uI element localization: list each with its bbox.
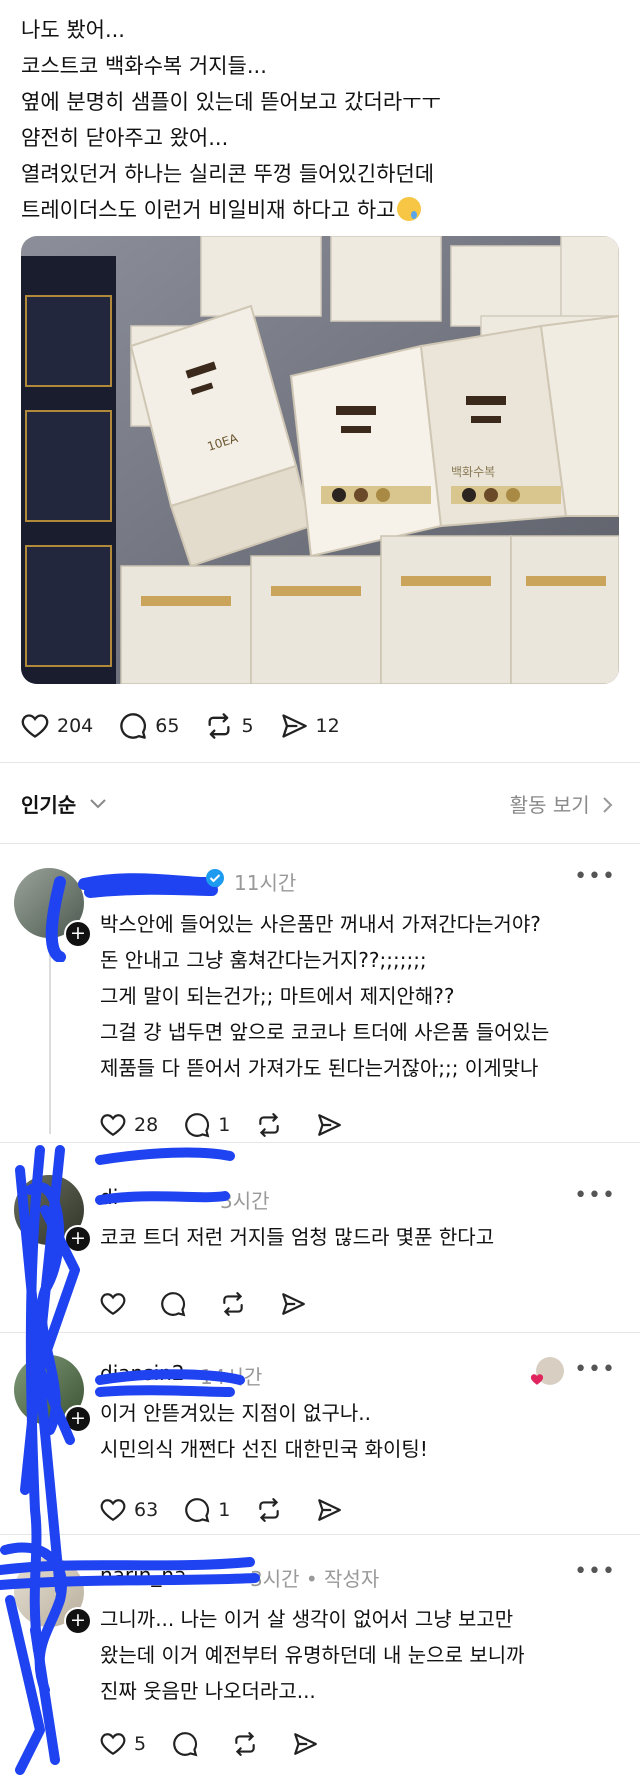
repost-icon	[259, 1498, 280, 1522]
post-actions: 204 65 5 12	[21, 712, 366, 740]
share-button[interactable]	[316, 1497, 350, 1523]
comment: + di 3시간 ••• 코코 트더 저런 거지들 엄청 많드라 몇푼 한다고	[0, 1143, 640, 1333]
post-line: 열려있던거 하나는 실리콘 뚜껑 들어있긴하던데	[21, 162, 435, 186]
share-count: 12	[315, 715, 340, 737]
comment-time: 3시간	[220, 1189, 270, 1213]
reply-button[interactable]	[160, 1291, 194, 1317]
repost-icon	[259, 1113, 280, 1137]
like-button[interactable]	[100, 1292, 134, 1316]
activity-link[interactable]: 활동 보기	[510, 789, 614, 818]
post-line: 얌전히 닫아주고 왔어...	[21, 126, 229, 150]
username[interactable]: diansin2	[100, 1361, 185, 1385]
follow-plus-icon[interactable]: +	[64, 1607, 92, 1635]
crying-emoji-icon	[397, 197, 422, 221]
repost-button[interactable]	[232, 1731, 266, 1757]
reply-count: 1	[218, 1114, 231, 1136]
comment-time: 3시간 • 작성자	[250, 1567, 380, 1591]
username[interactable]: narin_na	[100, 1563, 186, 1587]
comment-count: 65	[155, 715, 180, 737]
post-text: 나도 봤어... 코스트코 백화수복 거지들... 옆에 분명히 샘플이 있는데…	[21, 12, 621, 228]
repost-count: 5	[241, 715, 254, 737]
post-line: 옆에 분명히 샘플이 있는데 뜯어보고 갔더라ㅜㅜ	[21, 90, 441, 114]
follow-plus-icon[interactable]: +	[64, 920, 92, 948]
repost-button[interactable]	[256, 1497, 290, 1523]
repost-icon	[223, 1292, 243, 1316]
like-button[interactable]: 204	[21, 713, 93, 739]
comment-text: 이거 안뜯겨있는 지점이 없구나.. 시민의식 개쩐다 선진 대한민국 화이팅!	[100, 1401, 428, 1461]
comment-bubble-icon	[120, 713, 147, 739]
comment-actions: 28 1	[100, 1112, 376, 1138]
like-button[interactable]: 28	[100, 1113, 158, 1137]
like-button[interactable]: 5	[100, 1732, 146, 1756]
heart-icon	[21, 714, 49, 738]
follow-plus-icon[interactable]: +	[64, 1225, 92, 1253]
like-count: 5	[134, 1733, 147, 1755]
chevron-down-icon	[90, 799, 106, 809]
share-button[interactable]	[316, 1112, 350, 1138]
verified-badge-icon	[206, 869, 224, 887]
comment-bubble-icon	[185, 1498, 210, 1523]
repost-button[interactable]: 5	[205, 712, 254, 740]
like-count: 28	[134, 1114, 159, 1136]
comment-text: 그니까... 나는 이거 살 생각이 없어서 그냥 보고만 왔는데 이거 예전부…	[100, 1607, 525, 1703]
more-options-icon[interactable]: •••	[574, 1183, 616, 1208]
repost-button[interactable]	[220, 1291, 254, 1317]
sort-label: 인기순	[21, 793, 77, 817]
more-options-icon[interactable]: •••	[574, 1357, 616, 1382]
comment-button[interactable]: 65	[119, 712, 179, 740]
heart-icon	[100, 1499, 126, 1522]
repost-button[interactable]	[256, 1112, 290, 1138]
thread-line	[49, 954, 51, 1134]
reply-button[interactable]: 1	[184, 1112, 230, 1138]
post-line: 나도 봤어...	[21, 18, 125, 42]
post-line: 코스트코 백화수복 거지들...	[21, 54, 267, 78]
comment: + 11시간 ••• 박스안에 들어있는 사은품만 꺼내서 가져간다는거야? 돈…	[0, 842, 640, 1138]
comment-text: 코코 트더 저런 거지들 엄청 많드라 몇푼 한다고	[100, 1225, 495, 1249]
author-heart-icon	[530, 1374, 544, 1385]
comment-actions: 63 1	[100, 1497, 376, 1523]
username[interactable]: di	[100, 1185, 118, 1209]
reply-button[interactable]	[172, 1731, 206, 1757]
send-icon	[318, 1499, 342, 1521]
repost-icon	[235, 1732, 255, 1756]
post-photo[interactable]: 10EA 백화수복	[21, 236, 619, 684]
heart-icon	[100, 1293, 126, 1316]
comment-time: 11시간	[234, 871, 297, 895]
comment-actions: 5	[100, 1731, 352, 1757]
more-options-icon[interactable]: •••	[574, 1559, 616, 1584]
share-button[interactable]	[280, 1291, 314, 1317]
follow-plus-icon[interactable]: +	[64, 1405, 92, 1433]
comment: + diansin2 14시간 ••• 이거 안뜯겨있는 지점이 없구나.. 시…	[0, 1333, 640, 1533]
chevron-right-icon	[603, 797, 613, 813]
sort-bar: 인기순 활동 보기	[0, 762, 640, 844]
share-button[interactable]: 12	[280, 712, 340, 740]
send-icon	[318, 1114, 342, 1136]
send-icon	[282, 1293, 305, 1315]
post-line-last: 트레이더스도 이런거 비일비재 하다고 하고	[21, 192, 621, 228]
comment-bubble-icon	[161, 1292, 186, 1317]
reply-button[interactable]: 1	[184, 1497, 230, 1523]
heart-icon	[100, 1733, 126, 1756]
like-button[interactable]: 63	[100, 1498, 158, 1522]
activity-label: 활동 보기	[509, 793, 590, 817]
comment-time: 14시간	[200, 1365, 263, 1389]
heart-icon	[100, 1114, 126, 1137]
reply-count: 1	[218, 1499, 231, 1521]
send-icon	[281, 714, 307, 738]
comment-text: 박스안에 들어있는 사은품만 꺼내서 가져간다는거야? 돈 안내고 그냥 훔쳐간…	[100, 912, 550, 1080]
sort-dropdown[interactable]: 인기순	[21, 789, 107, 818]
comment-actions	[100, 1291, 340, 1317]
comment: + narin_na 3시간 • 작성자 ••• 그니까... 나는 이거 살 …	[0, 1535, 640, 1777]
send-icon	[294, 1733, 318, 1755]
like-count: 204	[57, 715, 94, 737]
share-button[interactable]	[292, 1731, 326, 1757]
comment-bubble-icon	[173, 1732, 198, 1757]
repost-icon	[208, 713, 230, 739]
comment-bubble-icon	[185, 1113, 210, 1138]
like-count: 63	[134, 1499, 159, 1521]
more-options-icon[interactable]: •••	[574, 864, 616, 889]
box-brand-label: 백화수복	[451, 465, 495, 479]
